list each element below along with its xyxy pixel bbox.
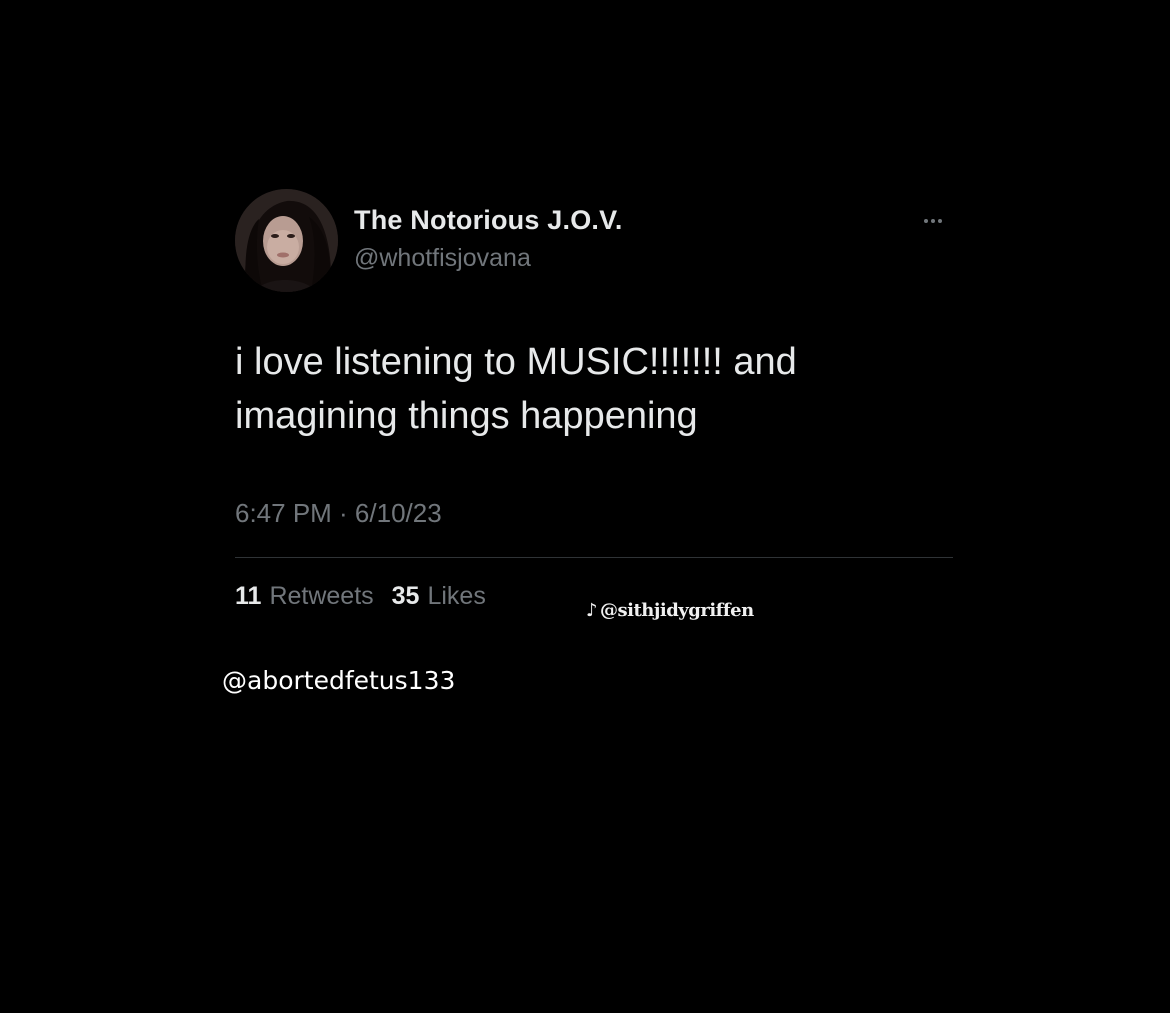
watermark-text: @sithjidygriffen <box>600 600 754 621</box>
retweets-count: 11 <box>235 582 262 610</box>
more-dot <box>938 219 942 223</box>
more-horizontal-icon[interactable] <box>912 206 954 236</box>
tiktok-watermark: ♪ @sithjidygriffen <box>586 600 754 621</box>
retweets-label: Retweets <box>269 582 374 610</box>
likes-label: Likes <box>427 582 486 610</box>
tweet-stats: 11 Retweets 35 Likes <box>235 582 486 611</box>
tweet-card: The Notorious J.O.V. @whotfisjovana i lo… <box>0 0 1170 1013</box>
retweets-stat[interactable]: 11 Retweets <box>235 582 374 611</box>
avatar[interactable] <box>235 189 338 292</box>
more-dot <box>924 219 928 223</box>
divider <box>235 557 953 558</box>
credit-handle: @abortedfetus133 <box>222 666 456 695</box>
more-dot <box>931 219 935 223</box>
tweet-text: i love listening to MUSIC!!!!!!! and ima… <box>235 341 797 437</box>
user-handle[interactable]: @whotfisjovana <box>354 244 531 273</box>
avatar-image <box>235 189 338 292</box>
tweet-timestamp[interactable]: 6:47 PM · 6/10/23 <box>235 498 442 529</box>
likes-stat[interactable]: 35 Likes <box>392 582 486 611</box>
display-name[interactable]: The Notorious J.O.V. <box>354 205 623 236</box>
tiktok-icon: ♪ <box>586 600 598 621</box>
likes-count: 35 <box>391 582 420 610</box>
